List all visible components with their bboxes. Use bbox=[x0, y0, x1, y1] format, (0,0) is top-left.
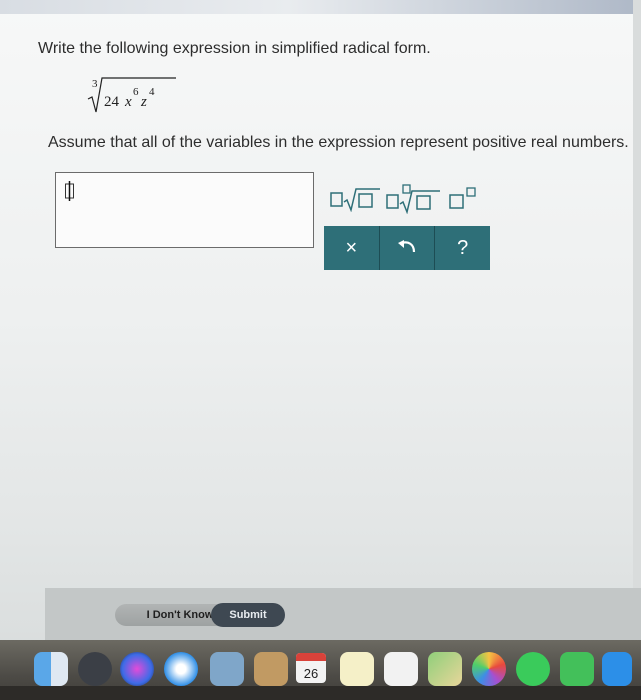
finder-icon[interactable] bbox=[34, 652, 68, 686]
messages-icon[interactable] bbox=[516, 652, 550, 686]
coefficient-nth-root-icon bbox=[386, 184, 440, 214]
maps-icon[interactable] bbox=[428, 652, 462, 686]
mac-dock: 26 bbox=[0, 640, 641, 700]
radical-sign-icon bbox=[87, 77, 176, 113]
question-prompt: Write the following expression in simpli… bbox=[38, 40, 431, 57]
page-edge bbox=[633, 0, 641, 640]
preview-icon[interactable] bbox=[210, 652, 244, 686]
clear-icon: × bbox=[345, 236, 358, 259]
browser-top-strip bbox=[0, 0, 641, 14]
contacts-icon[interactable] bbox=[254, 652, 288, 686]
undo-icon bbox=[398, 240, 416, 253]
radical-expression-svg: 3 24 x 6 z 4 bbox=[87, 77, 176, 113]
math-toolbar bbox=[322, 174, 490, 224]
siri-icon[interactable] bbox=[120, 652, 154, 686]
app-store-icon[interactable] bbox=[602, 652, 632, 686]
safari-icon[interactable] bbox=[164, 652, 198, 686]
photos-icon[interactable] bbox=[472, 652, 506, 686]
text-cursor-icon bbox=[65, 181, 74, 201]
root-index: 3 bbox=[92, 78, 98, 90]
variable-x: x bbox=[124, 94, 132, 110]
notes-icon[interactable] bbox=[340, 652, 374, 686]
exponent-icon bbox=[449, 187, 476, 209]
launchpad-icon[interactable] bbox=[78, 652, 112, 686]
help-button[interactable]: ? bbox=[435, 226, 490, 270]
help-icon: ? bbox=[457, 236, 469, 259]
coefficient-sqrt-icon bbox=[330, 188, 380, 212]
radical-expression: 3 24 x 6 z 4 bbox=[86, 76, 206, 116]
coefficient: 24 bbox=[104, 94, 120, 110]
exponent-x: 6 bbox=[133, 86, 139, 98]
math-action-bar: × ? bbox=[324, 226, 490, 270]
coefficient-sqrt-button[interactable] bbox=[330, 184, 382, 214]
answer-input[interactable] bbox=[55, 172, 314, 248]
coefficient-nth-root-button[interactable] bbox=[386, 184, 442, 214]
clear-button[interactable]: × bbox=[324, 226, 380, 270]
assumption-text: Assume that all of the variables in the … bbox=[48, 134, 629, 151]
exponent-button[interactable] bbox=[446, 184, 480, 214]
undo-button[interactable] bbox=[380, 226, 436, 270]
submit-button[interactable]: Submit bbox=[211, 603, 285, 627]
dock-shelf bbox=[0, 686, 641, 700]
exponent-z: 4 bbox=[149, 86, 155, 98]
facetime-icon[interactable] bbox=[560, 652, 594, 686]
reminders-icon[interactable] bbox=[384, 652, 418, 686]
action-footer: I Don't Know Submit bbox=[45, 588, 641, 640]
calendar-icon[interactable]: 26 bbox=[296, 653, 326, 683]
variable-z: z bbox=[140, 94, 147, 110]
